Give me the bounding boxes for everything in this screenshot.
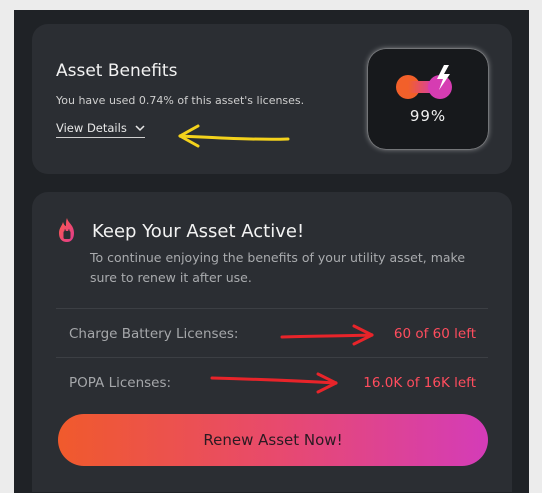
red-arrow-annotation-1 bbox=[280, 324, 374, 346]
yellow-arrow-annotation bbox=[178, 124, 290, 148]
annotation-overlay bbox=[178, 124, 374, 394]
red-arrow-annotation-2 bbox=[210, 372, 338, 394]
